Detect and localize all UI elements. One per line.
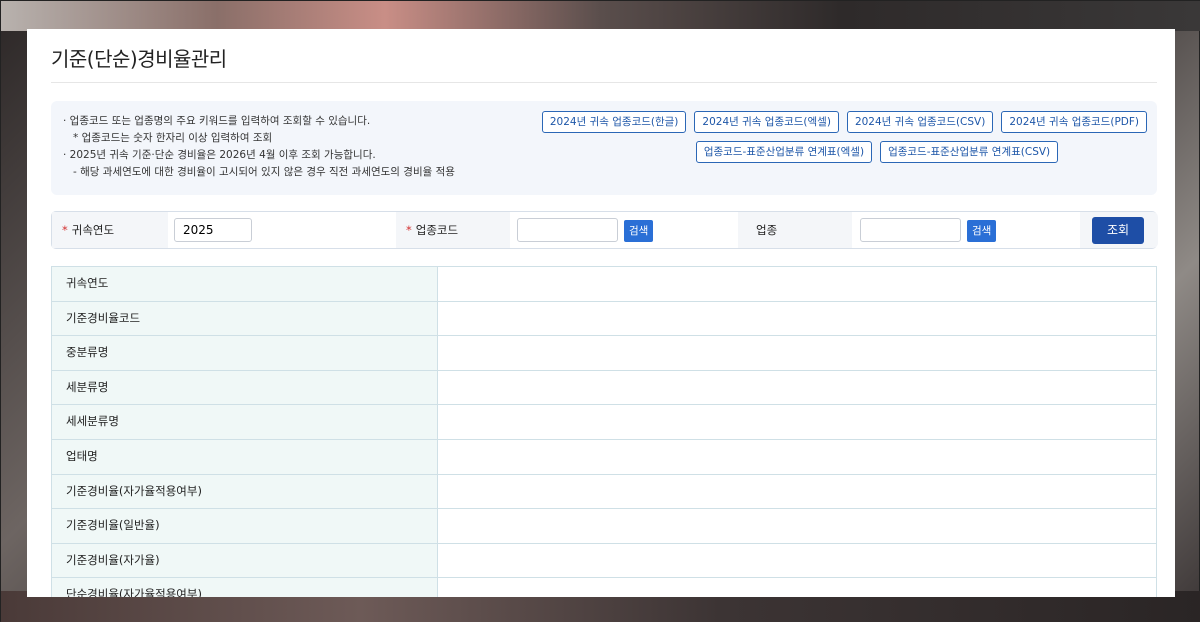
- download-row-1: 2024년 귀속 업종코드(한글) 2024년 귀속 업종코드(엑셀) 2024…: [527, 111, 1147, 133]
- row-header: 단순경비율(자가율적용여부): [52, 578, 438, 597]
- industry-code-label: * 업종코드: [396, 212, 510, 248]
- content-panel: 기준(단순)경비율관리 · 업종코드 또는 업종명의 주요 키워드를 입력하여 …: [27, 29, 1175, 597]
- row-header: 업태명: [52, 439, 438, 474]
- row-header: 세분류명: [52, 370, 438, 405]
- download-mapping-excel-button[interactable]: 업종코드-표준산업분류 연계표(엑셀): [695, 141, 873, 163]
- row-value: [438, 544, 1156, 578]
- download-mapping-csv-button[interactable]: 업종코드-표준산업분류 연계표(CSV): [880, 141, 1059, 163]
- row-value: [438, 336, 1156, 370]
- row-header: 기준경비율코드: [52, 301, 438, 336]
- row-value: [438, 405, 1156, 439]
- row-value: [438, 440, 1156, 474]
- year-input[interactable]: 2025: [174, 218, 252, 242]
- row-header: 세세분류명: [52, 405, 438, 439]
- page-title: 기준(단순)경비율관리: [51, 47, 227, 71]
- table-row: 기준경비율코드: [52, 301, 1156, 337]
- required-mark: *: [62, 223, 68, 237]
- industry-label: 업종: [738, 212, 852, 248]
- download-excel-button[interactable]: 2024년 귀속 업종코드(엑셀): [694, 111, 839, 133]
- table-row: 업태명: [52, 439, 1156, 475]
- table-row: 세세분류명: [52, 405, 1156, 440]
- industry-search-button[interactable]: 검색: [967, 220, 997, 242]
- table-row: 기준경비율(일반율): [52, 509, 1156, 544]
- required-mark: *: [406, 223, 412, 237]
- row-value: [438, 371, 1156, 405]
- year-label: * 귀속연도: [52, 212, 168, 248]
- table-row: 귀속연도: [52, 267, 1156, 302]
- notice-line: · 업종코드 또는 업종명의 주요 키워드를 입력하여 조회할 수 있습니다.: [63, 115, 371, 127]
- industry-code-search-button[interactable]: 검색: [624, 220, 654, 242]
- row-value: [438, 302, 1156, 336]
- download-pdf-button[interactable]: 2024년 귀속 업종코드(PDF): [1001, 111, 1147, 133]
- row-value: [438, 475, 1156, 509]
- notice-line: - 해당 과세연도에 대한 경비율이 고시되어 있지 않은 경우 직전 과세연도…: [73, 166, 455, 178]
- table-row: 기준경비율(자가율): [52, 543, 1156, 579]
- title-divider: [51, 82, 1157, 83]
- row-header: 기준경비율(일반율): [52, 509, 438, 543]
- notice-box: · 업종코드 또는 업종명의 주요 키워드를 입력하여 조회할 수 있습니다. …: [51, 101, 1157, 195]
- search-bar: * 귀속연도 2025 * 업종코드 검색 업종 검색 조회: [51, 211, 1158, 249]
- table-row: 중분류명: [52, 336, 1156, 371]
- background-photo-top: [1, 1, 1200, 31]
- table-row: 세분류명: [52, 370, 1156, 406]
- inquiry-button[interactable]: 조회: [1092, 217, 1144, 244]
- row-value: [438, 509, 1156, 543]
- table-row: 기준경비율(자가율적용여부): [52, 474, 1156, 510]
- download-buttons: 2024년 귀속 업종코드(한글) 2024년 귀속 업종코드(엑셀) 2024…: [527, 111, 1147, 171]
- notice-text: · 업종코드 또는 업종명의 주요 키워드를 입력하여 조회할 수 있습니다. …: [63, 113, 455, 181]
- table-row: 단순경비율(자가율적용여부): [52, 578, 1156, 597]
- notice-line: · 2025년 귀속 기준·단순 경비율은 2026년 4월 이후 조회 가능합…: [63, 149, 376, 161]
- result-table: 귀속연도 기준경비율코드 중분류명 세분류명 세세분류명 업태명 기준경비율(자…: [51, 266, 1157, 597]
- row-header: 귀속연도: [52, 267, 438, 301]
- row-header: 기준경비율(자가율적용여부): [52, 474, 438, 509]
- row-value: [438, 578, 1156, 597]
- download-csv-button[interactable]: 2024년 귀속 업종코드(CSV): [846, 111, 994, 133]
- download-hwp-button[interactable]: 2024년 귀속 업종코드(한글): [541, 111, 687, 133]
- industry-input[interactable]: [860, 218, 961, 242]
- download-row-2: 업종코드-표준산업분류 연계표(엑셀) 업종코드-표준산업분류 연계표(CSV): [527, 141, 1147, 163]
- row-value: [438, 267, 1156, 301]
- industry-code-input[interactable]: [517, 218, 618, 242]
- notice-line: * 업종코드는 숫자 한자리 이상 입력하여 조회: [73, 132, 273, 144]
- row-header: 기준경비율(자가율): [52, 543, 438, 578]
- row-header: 중분류명: [52, 336, 438, 370]
